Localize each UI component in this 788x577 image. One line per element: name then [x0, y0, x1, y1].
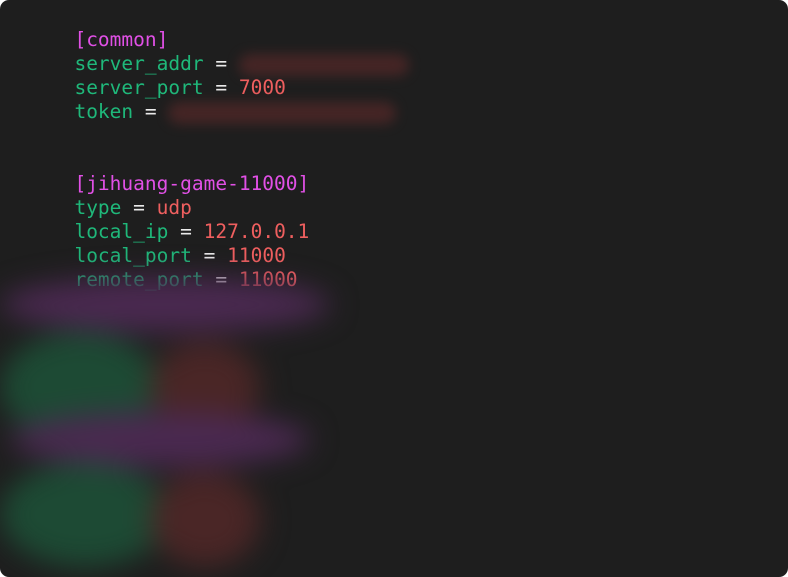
redacted-blob: [0, 462, 170, 567]
line-server-addr: server_addr =: [4, 28, 409, 76]
key-remote-port: remote_port: [74, 268, 204, 291]
line-type: type = udp: [4, 172, 409, 219]
line-common-header: [common]: [4, 4, 409, 51]
terminal-window[interactable]: [common] server_addr = server_port = 700…: [0, 0, 788, 577]
redacted-blob: [10, 412, 310, 467]
config-file-content: [common] server_addr = server_port = 700…: [4, 4, 409, 291]
redacted-region: [0, 272, 345, 577]
redacted-blob: [0, 332, 160, 442]
line-remote-port: remote_port = 11000: [4, 244, 409, 291]
equals-sign: =: [215, 268, 228, 291]
line-proxy-header: [jihuang-game-11000]: [4, 148, 409, 195]
line-token: token =: [4, 76, 409, 124]
value-remote-port: 11000: [238, 268, 298, 291]
redacted-blob: [150, 342, 260, 432]
line-server-port: server_port = 7000: [4, 52, 409, 99]
redacted-blob: [150, 472, 260, 567]
line-local-ip: local_ip = 127.0.0.1: [4, 196, 409, 243]
line-local-port: local_port = 11000: [4, 220, 409, 267]
